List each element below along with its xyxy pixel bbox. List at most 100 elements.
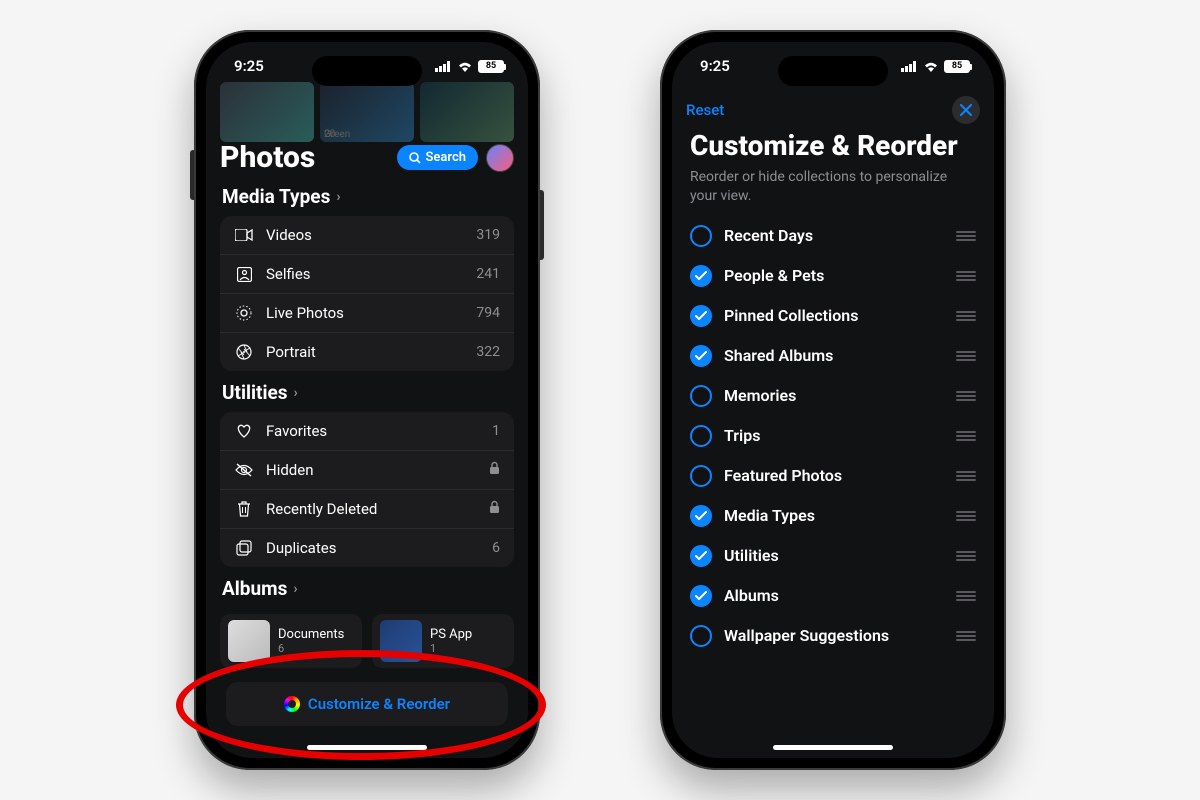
album-thumbnail — [228, 620, 270, 662]
heart-icon — [234, 424, 254, 438]
reorder-item-label: People & Pets — [724, 266, 944, 285]
reorder-item[interactable]: Trips — [684, 416, 982, 456]
row-videos[interactable]: Videos 319 — [220, 216, 514, 255]
drag-handle-icon[interactable] — [956, 511, 976, 521]
album-thumbnail — [380, 620, 422, 662]
profile-avatar[interactable] — [486, 144, 514, 172]
close-button[interactable] — [952, 96, 980, 124]
reorder-item[interactable]: Featured Photos — [684, 456, 982, 496]
signal-icon — [435, 61, 452, 72]
customize-reorder-button[interactable]: Customize & Reorder — [226, 682, 508, 726]
status-time: 9:25 — [700, 57, 730, 75]
toggle-checkbox[interactable] — [690, 505, 712, 527]
reorder-item-label: Memories — [724, 386, 944, 405]
phone-photos: 9:25 85 Green20 1,294 Photos — [194, 30, 540, 770]
reorder-item[interactable]: Recent Days — [684, 216, 982, 256]
reorder-item-label: Trips — [724, 426, 944, 445]
screen: 9:25 85 Green20 1,294 Photos — [206, 42, 528, 758]
toggle-checkbox[interactable] — [690, 225, 712, 247]
section-media-types[interactable]: Media Types › — [222, 185, 512, 208]
media-types-list: Videos 319 Selfies 241 Live Photos 794 P… — [220, 216, 514, 371]
utilities-list: Favorites 1 Hidden Recently Deleted Dupl… — [220, 412, 514, 567]
chevron-right-icon: › — [336, 189, 340, 205]
row-recently-deleted[interactable]: Recently Deleted — [220, 490, 514, 529]
app-title: Photos — [220, 140, 315, 175]
reorder-item-label: Recent Days — [724, 226, 944, 245]
dynamic-island — [312, 56, 422, 86]
album-item[interactable]: Documents 6 — [220, 614, 362, 668]
reorder-item[interactable]: Media Types — [684, 496, 982, 536]
search-label: Search — [425, 150, 466, 165]
wifi-icon — [457, 60, 473, 72]
dynamic-island — [778, 56, 888, 86]
toggle-checkbox[interactable] — [690, 625, 712, 647]
battery-icon: 85 — [944, 60, 970, 73]
row-live-photos[interactable]: Live Photos 794 — [220, 294, 514, 333]
drag-handle-icon[interactable] — [956, 631, 976, 641]
drag-handle-icon[interactable] — [956, 351, 976, 361]
color-wheel-icon — [284, 696, 300, 712]
trash-icon — [234, 501, 254, 517]
person-square-icon — [234, 267, 254, 282]
toggle-checkbox[interactable] — [690, 265, 712, 287]
library-preview-strip: Green20 1,294 — [220, 82, 514, 142]
chevron-right-icon: › — [294, 385, 298, 401]
drag-handle-icon[interactable] — [956, 391, 976, 401]
reset-button[interactable]: Reset — [686, 101, 724, 119]
reorder-item-label: Albums — [724, 586, 944, 605]
phone-customize: 9:25 85 Reset Customize & Reorder Reorde… — [660, 30, 1006, 770]
drag-handle-icon[interactable] — [956, 271, 976, 281]
toggle-checkbox[interactable] — [690, 305, 712, 327]
reorder-item[interactable]: Pinned Collections — [684, 296, 982, 336]
reorder-item-label: Pinned Collections — [724, 306, 944, 325]
library-thumb[interactable] — [420, 82, 514, 142]
square-on-square-icon — [234, 540, 254, 556]
close-icon — [960, 104, 972, 116]
reorder-item-label: Utilities — [724, 546, 944, 565]
library-thumb[interactable]: Green20 — [320, 82, 414, 142]
live-photo-icon — [234, 305, 254, 321]
search-button[interactable]: Search — [397, 145, 478, 170]
aperture-icon — [234, 344, 254, 360]
reorder-item[interactable]: People & Pets — [684, 256, 982, 296]
row-hidden[interactable]: Hidden — [220, 451, 514, 490]
reorder-item[interactable]: Utilities — [684, 536, 982, 576]
row-selfies[interactable]: Selfies 241 — [220, 255, 514, 294]
signal-icon — [901, 61, 918, 72]
drag-handle-icon[interactable] — [956, 311, 976, 321]
search-icon — [409, 152, 421, 164]
reorder-item[interactable]: Albums — [684, 576, 982, 616]
drag-handle-icon[interactable] — [956, 591, 976, 601]
drag-handle-icon[interactable] — [956, 471, 976, 481]
reorder-item[interactable]: Shared Albums — [684, 336, 982, 376]
toggle-checkbox[interactable] — [690, 545, 712, 567]
row-portrait[interactable]: Portrait 322 — [220, 333, 514, 371]
modal-title: Customize & Reorder — [676, 126, 990, 164]
drag-handle-icon[interactable] — [956, 231, 976, 241]
toggle-checkbox[interactable] — [690, 385, 712, 407]
album-item[interactable]: PS App 1 — [372, 614, 514, 668]
toggle-checkbox[interactable] — [690, 425, 712, 447]
reorder-item[interactable]: Memories — [684, 376, 982, 416]
section-albums[interactable]: Albums › — [222, 577, 512, 600]
lock-icon — [489, 461, 500, 479]
home-indicator[interactable] — [307, 745, 427, 750]
toggle-checkbox[interactable] — [690, 345, 712, 367]
albums-row: Documents 6 PS App 1 — [220, 614, 514, 668]
modal-subtitle: Reorder or hide collections to personali… — [676, 164, 990, 216]
row-favorites[interactable]: Favorites 1 — [220, 412, 514, 451]
screen: 9:25 85 Reset Customize & Reorder Reorde… — [672, 42, 994, 758]
home-indicator[interactable] — [773, 745, 893, 750]
eye-slash-icon — [234, 463, 254, 477]
status-time: 9:25 — [234, 57, 264, 75]
drag-handle-icon[interactable] — [956, 551, 976, 561]
video-icon — [234, 229, 254, 241]
drag-handle-icon[interactable] — [956, 431, 976, 441]
wifi-icon — [923, 60, 939, 72]
library-thumb[interactable] — [220, 82, 314, 142]
toggle-checkbox[interactable] — [690, 585, 712, 607]
toggle-checkbox[interactable] — [690, 465, 712, 487]
section-utilities[interactable]: Utilities › — [222, 381, 512, 404]
row-duplicates[interactable]: Duplicates 6 — [220, 529, 514, 567]
reorder-item[interactable]: Wallpaper Suggestions — [684, 616, 982, 656]
